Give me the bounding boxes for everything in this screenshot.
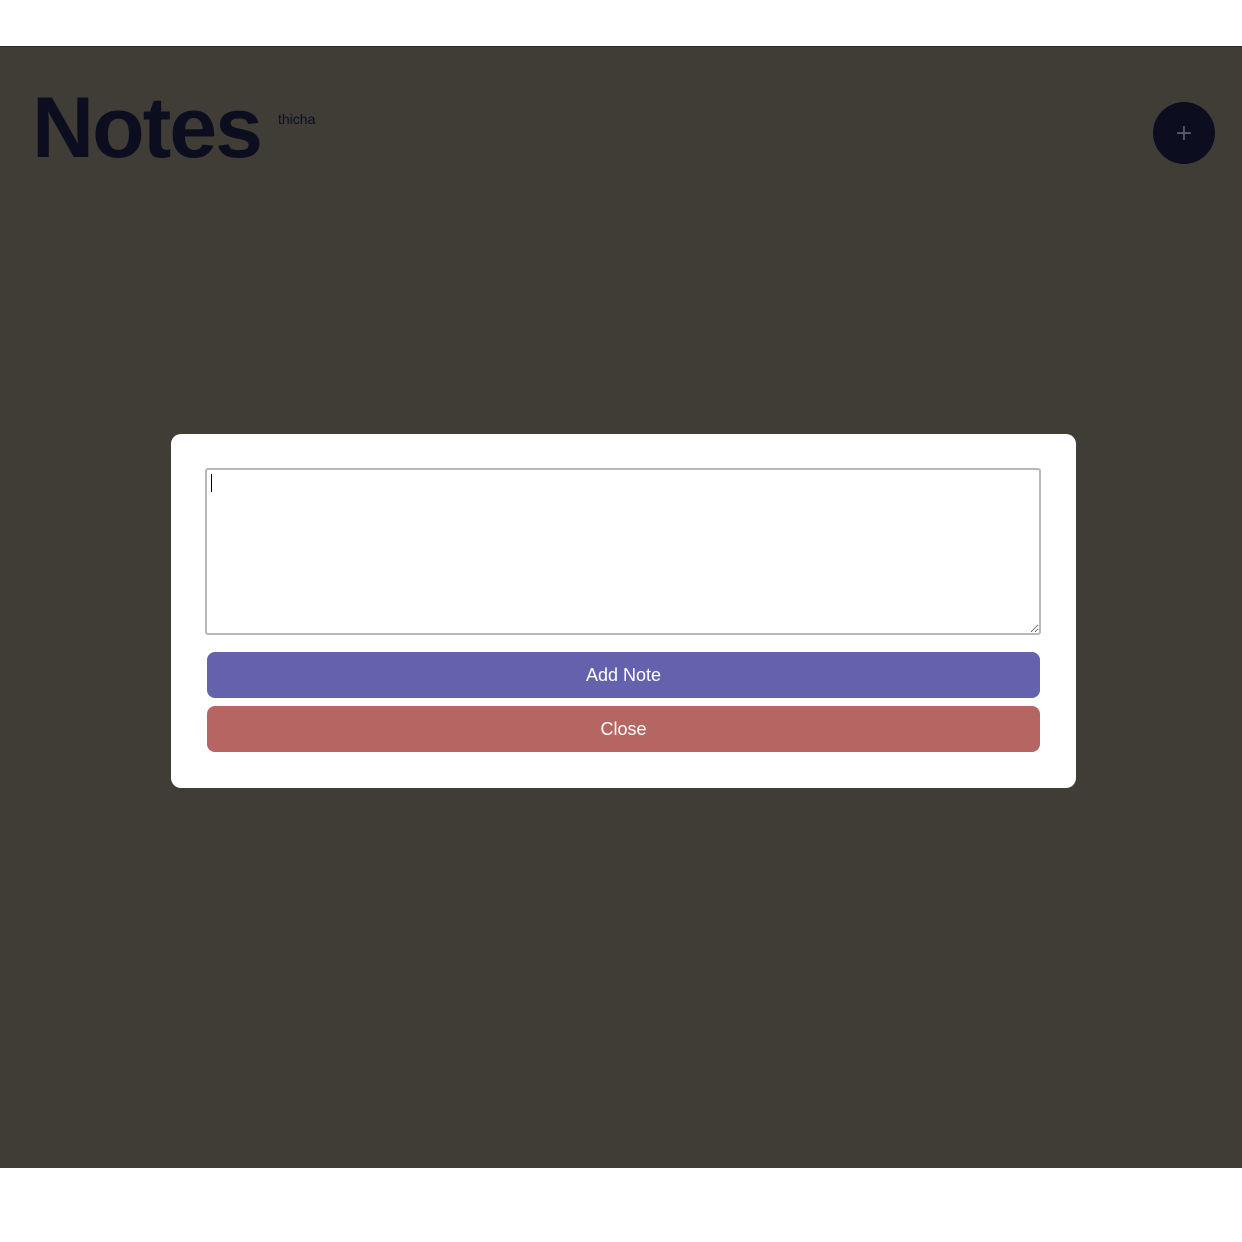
add-note-modal: Add Note Close [171,434,1076,788]
note-textarea[interactable] [205,468,1041,635]
page-title: Notes [32,80,263,176]
text-caret [211,474,212,492]
plus-icon: + [1174,120,1194,146]
app-viewport: Notes thicha + Add Note Close [0,46,1242,1168]
username-label: thicha [278,111,316,127]
add-note-button[interactable]: Add Note [207,652,1040,698]
new-note-button[interactable]: + [1153,102,1215,164]
close-button[interactable]: Close [207,706,1040,752]
